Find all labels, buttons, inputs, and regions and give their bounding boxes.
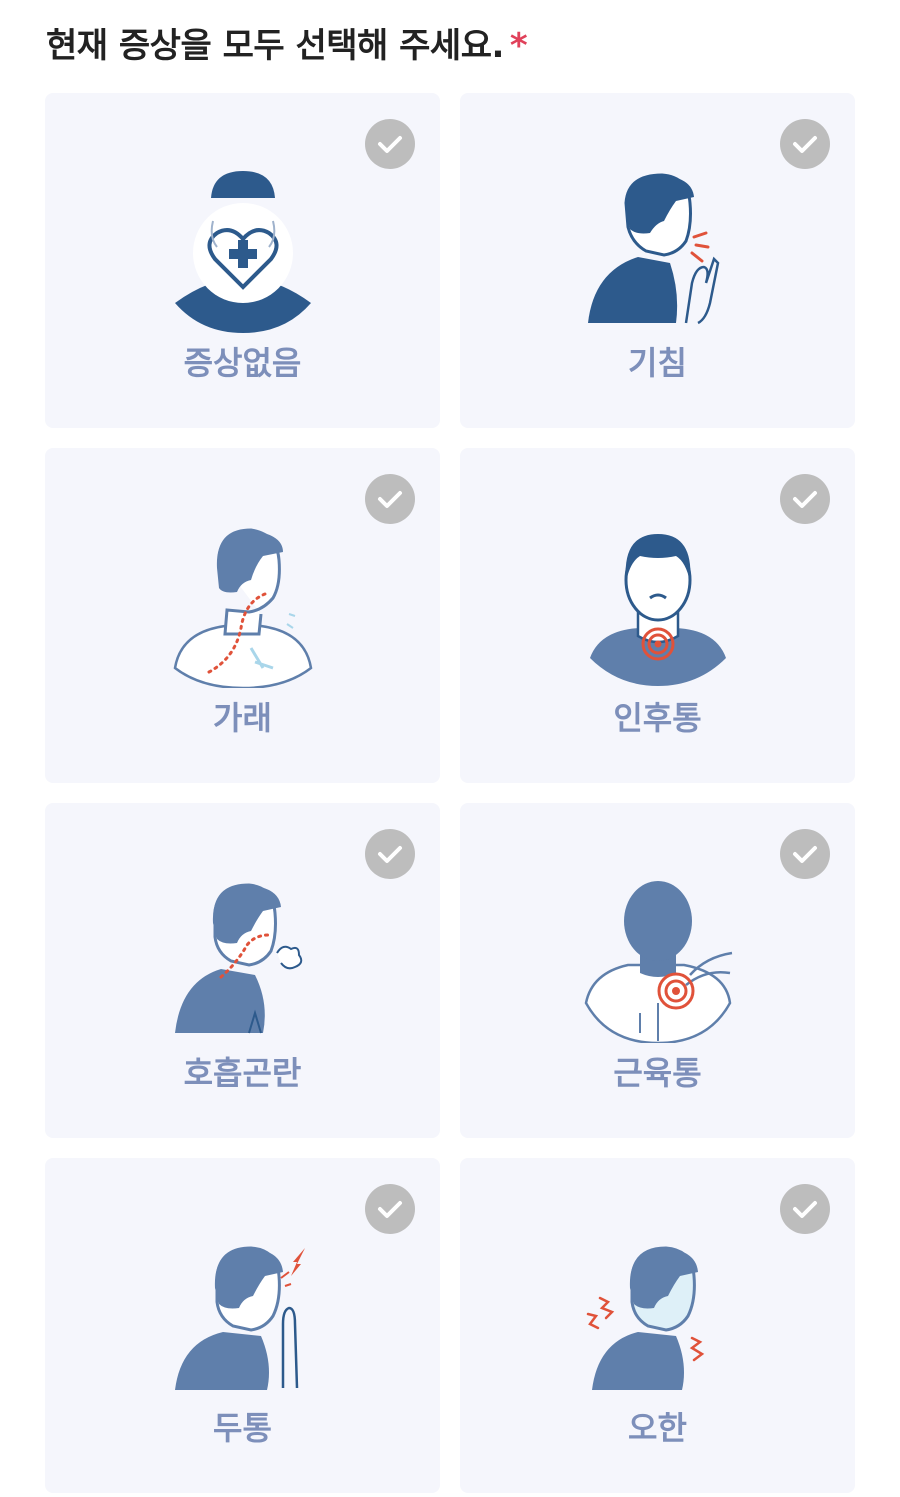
symptom-option-sore-throat[interactable]: 인후통 [460, 448, 855, 783]
required-mark: * [509, 26, 528, 66]
question-title: 현재 증상을 모두 선택해 주세요. * [46, 18, 528, 67]
breathing-difficulty-icon [175, 883, 303, 1034]
headache-icon [175, 1246, 305, 1390]
check-icon[interactable] [780, 829, 830, 879]
symptom-option-chills[interactable]: 오한 [460, 1158, 855, 1493]
symptom-label: 인후통 [613, 699, 702, 737]
symptom-label: 가래 [213, 699, 272, 737]
check-icon[interactable] [365, 829, 415, 879]
symptom-label: 기침 [628, 344, 687, 382]
symptom-option-none[interactable]: 증상없음 [45, 93, 440, 428]
question-text: 현재 증상을 모두 선택해 주세요. [46, 26, 504, 66]
symptom-label: 오한 [628, 1409, 687, 1447]
symptom-label: 호흡곤란 [183, 1054, 302, 1092]
symptom-option-headache[interactable]: 두통 [45, 1158, 440, 1493]
check-icon[interactable] [365, 119, 415, 169]
muscle-pain-icon [584, 881, 733, 1043]
symptom-option-phlegm[interactable]: 가래 [45, 448, 440, 783]
check-icon[interactable] [780, 119, 830, 169]
symptom-label: 근육통 [613, 1054, 702, 1092]
symptom-grid: 증상없음 기침 가래 인후통 호흡곤란 근육통 두통 오한 [45, 93, 855, 1493]
symptom-label: 두통 [213, 1409, 272, 1447]
phlegm-icon [173, 528, 313, 688]
symptom-option-cough[interactable]: 기침 [460, 93, 855, 428]
check-icon[interactable] [780, 474, 830, 524]
symptom-option-muscle-pain[interactable]: 근육통 [460, 803, 855, 1138]
symptom-label: 증상없음 [183, 344, 302, 382]
sore-throat-icon [590, 534, 726, 686]
chills-icon [586, 1246, 705, 1390]
healthy-person-icon [175, 171, 311, 333]
check-icon[interactable] [365, 474, 415, 524]
cough-icon [588, 173, 720, 325]
symptom-option-shortness-of-breath[interactable]: 호흡곤란 [45, 803, 440, 1138]
check-icon[interactable] [780, 1184, 830, 1234]
check-icon[interactable] [365, 1184, 415, 1234]
